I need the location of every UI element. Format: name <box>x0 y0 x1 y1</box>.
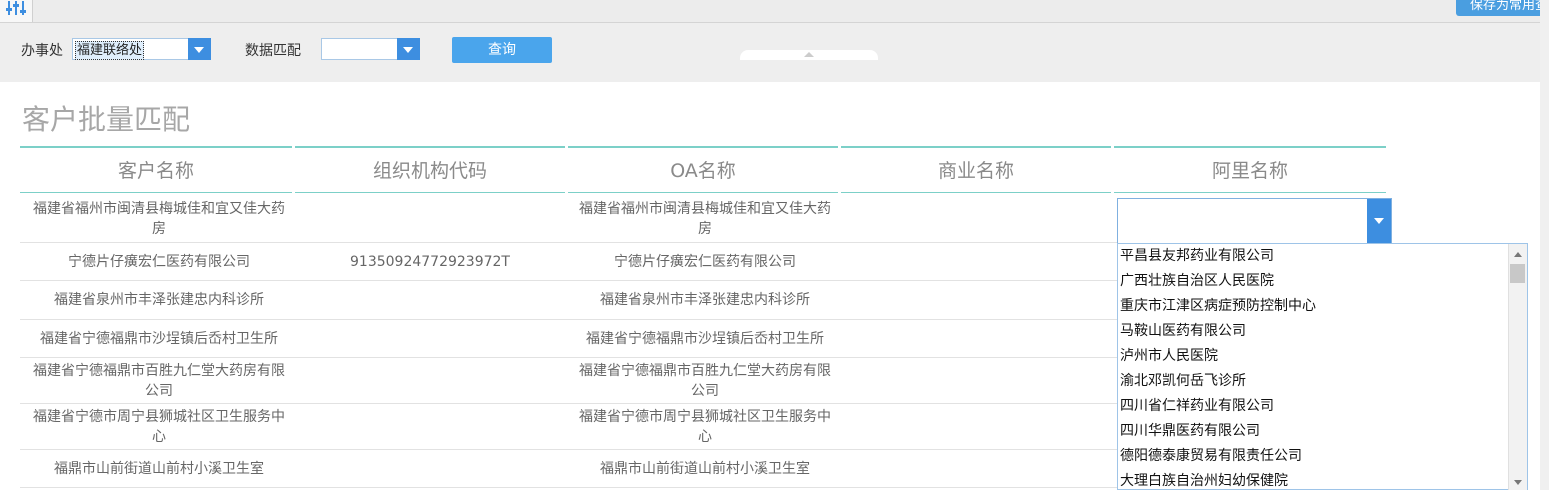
cell-customer-name: 福建省泉州市丰泽张建忠内科诊所 <box>54 292 264 308</box>
cell-business-name <box>841 281 1111 319</box>
ali-name-select[interactable] <box>1117 198 1392 244</box>
chevron-down-icon[interactable] <box>397 38 420 60</box>
match-label: 数据匹配 <box>245 43 301 59</box>
column-header-business: 商业名称 <box>841 146 1111 193</box>
dropdown-option[interactable]: 四川华鼎医药有限公司 <box>1120 419 1260 444</box>
dropdown-option[interactable]: 广西壮族自治区人民医院 <box>1120 269 1274 294</box>
collapse-panel-toggle[interactable] <box>740 50 878 60</box>
cell-org-code <box>295 320 565 357</box>
cell-oa-name: 福建省福州市闽清县梅城佳和宜又佳大药房 <box>579 201 831 237</box>
office-select[interactable]: 福建联络处 <box>72 38 211 60</box>
dropdown-option[interactable]: 渝北邓凯何岳飞诊所 <box>1120 369 1246 394</box>
cell-business-name <box>841 196 1111 242</box>
cell-business-name <box>841 404 1111 449</box>
cell-oa-name: 福建省泉州市丰泽张建忠内科诊所 <box>600 292 810 308</box>
office-select-value[interactable]: 福建联络处 <box>75 41 145 60</box>
cell-business-name <box>841 450 1111 487</box>
scroll-up-arrow-icon[interactable] <box>1514 252 1522 257</box>
ali-name-dropdown-list[interactable]: 平昌县友邦药业有限公司 广西壮族自治区人民医院 重庆市江津区病症预防控制中心 马… <box>1117 243 1528 490</box>
column-header-org-code: 组织机构代码 <box>295 146 565 193</box>
dropdown-option[interactable]: 平昌县友邦药业有限公司 <box>1120 244 1274 269</box>
cell-customer-name: 福建省宁德福鼎市沙埕镇后岙村卫生所 <box>40 330 278 347</box>
dropdown-option[interactable]: 泸州市人民医院 <box>1120 344 1218 369</box>
cell-org-code: 91350924772923972T <box>350 253 510 270</box>
match-select-value[interactable] <box>324 41 326 58</box>
column-header-ali: 阿里名称 <box>1114 146 1386 193</box>
save-common-query-button[interactable]: 保存为常用查询 <box>1456 0 1549 16</box>
cell-oa-name: 宁德片仔癀宏仁医药有限公司 <box>614 253 796 270</box>
page-scrollbar[interactable] <box>1540 0 1549 490</box>
cell-oa-name: 福建省宁德市周宁县狮城社区卫生服务中心 <box>579 408 831 445</box>
scrollbar-thumb[interactable] <box>1510 264 1525 283</box>
cell-business-name <box>841 243 1111 280</box>
filter-sliders-icon <box>6 1 26 15</box>
filter-toggle-button[interactable] <box>0 0 33 22</box>
top-toolbar: 保存为常用查询 <box>0 0 1549 23</box>
cell-customer-name: 福鼎市山前街道山前村小溪卫生室 <box>54 460 264 477</box>
query-button[interactable]: 查询 <box>452 37 552 63</box>
dropdown-scrollbar[interactable] <box>1508 244 1527 490</box>
cell-customer-name: 宁德片仔癀宏仁医药有限公司 <box>68 253 250 270</box>
match-select[interactable] <box>321 38 420 60</box>
chevron-down-icon[interactable] <box>188 38 211 60</box>
cell-business-name <box>841 320 1111 357</box>
column-header-customer: 客户名称 <box>20 146 292 193</box>
cell-org-code <box>295 450 565 487</box>
cell-customer-name: 福建省宁德福鼎市百胜九仁堂大药房有限 公司 <box>33 362 285 399</box>
dropdown-option[interactable]: 重庆市江津区病症预防控制中心 <box>1120 294 1316 319</box>
cell-oa-name: 福建省宁德福鼎市百胜九仁堂大药房有限 公司 <box>579 362 831 399</box>
cell-org-code <box>295 404 565 449</box>
cell-org-code <box>295 196 565 242</box>
cell-org-code <box>295 281 565 319</box>
dropdown-option[interactable]: 德阳德泰康贸易有限责任公司 <box>1120 444 1302 469</box>
cell-org-code <box>295 358 565 403</box>
cell-customer-name: 福建省福州市闽清县梅城佳和宜又佳大药房 <box>33 201 285 237</box>
cell-oa-name: 福建省宁德福鼎市沙埕镇后岙村卫生所 <box>586 330 824 347</box>
cell-business-name <box>841 358 1111 403</box>
dropdown-option[interactable]: 四川省仁祥药业有限公司 <box>1120 394 1274 419</box>
scroll-down-arrow-icon[interactable] <box>1514 480 1522 485</box>
office-label: 办事处 <box>21 43 63 59</box>
dropdown-option[interactable]: 马鞍山医药有限公司 <box>1120 319 1246 344</box>
page-title: 客户批量匹配 <box>22 103 191 136</box>
dropdown-option[interactable]: 大理白族自治州妇幼保健院 <box>1120 469 1288 489</box>
column-header-oa: OA名称 <box>568 146 838 193</box>
cell-customer-name: 福建省宁德市周宁县狮城社区卫生服务中心 <box>33 408 285 445</box>
cell-oa-name: 福鼎市山前街道山前村小溪卫生室 <box>600 460 810 477</box>
chevron-down-icon[interactable] <box>1367 199 1391 243</box>
